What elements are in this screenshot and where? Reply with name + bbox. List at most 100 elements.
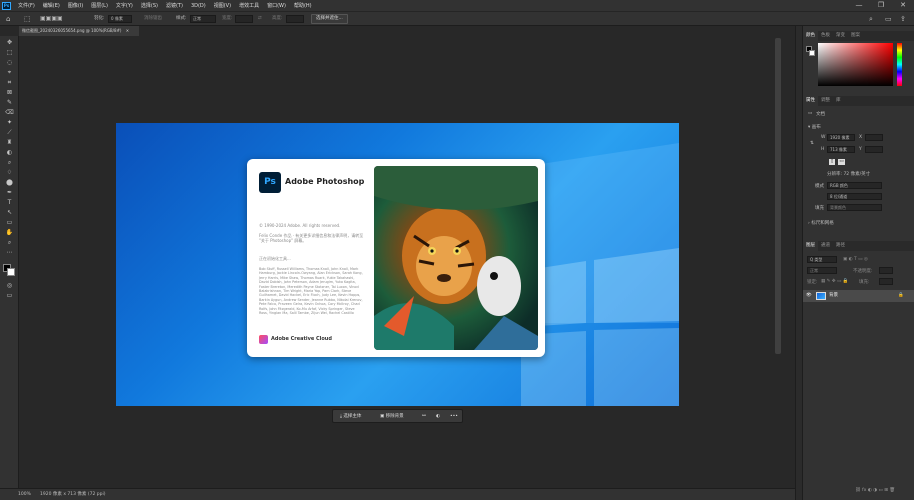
color-picker-field[interactable] <box>818 43 893 86</box>
select-subject-button[interactable]: ⤓ 选择主体 <box>337 412 364 421</box>
menu-type[interactable]: 文字(Y) <box>112 2 137 9</box>
share-icon[interactable]: ⇪ <box>900 15 906 23</box>
zoom-level[interactable]: 100% <box>18 489 31 500</box>
zoom-tool-icon[interactable]: ⌕ <box>5 239 14 246</box>
object-select-tool-icon[interactable]: ⌖ <box>5 69 14 76</box>
lasso-tool-icon[interactable]: ◌ <box>5 59 14 66</box>
transform-icon[interactable]: ⚯ <box>419 412 429 421</box>
photoshop-app-icon[interactable]: Ps <box>2 1 11 10</box>
hand-tool-icon[interactable]: ✋ <box>5 229 14 236</box>
orientation-icon[interactable]: ⇅ <box>810 141 814 146</box>
antialias-checkbox[interactable]: 消除锯齿 <box>144 15 162 23</box>
menu-help[interactable]: 帮助(H) <box>290 2 316 9</box>
dodge-tool-icon[interactable]: ⬤ <box>5 179 14 186</box>
tab-layers[interactable]: 图层 <box>803 241 818 251</box>
vertical-scrollbar[interactable] <box>775 38 781 354</box>
close-tab-icon[interactable]: ✕ <box>126 28 129 33</box>
tab-adjustments[interactable]: 调整 <box>818 96 833 106</box>
clone-stamp-tool-icon[interactable]: ⟋ <box>5 129 14 136</box>
marquee-tool-icon[interactable]: ⬚ <box>24 15 31 23</box>
layer-filter-icons[interactable]: ▣ ◐ T ▭ ◎ <box>843 257 868 262</box>
quick-mask-icon[interactable]: ◎ <box>5 282 14 289</box>
move-tool-icon[interactable]: ✥ <box>5 39 14 46</box>
rectangle-tool-icon[interactable]: ▭ <box>5 219 14 226</box>
width-input[interactable] <box>235 15 253 23</box>
menu-3d[interactable]: 3D(D) <box>187 3 210 9</box>
landscape-icon[interactable]: ▭ <box>838 159 845 165</box>
menu-plugins[interactable]: 增效工具 <box>235 2 263 9</box>
menu-layer[interactable]: 图层(L) <box>87 2 112 9</box>
pen-tool-icon[interactable]: ✒ <box>5 189 14 196</box>
screen-mode-icon[interactable]: ▭ <box>5 292 14 299</box>
document-tab[interactable]: 微信截图_20240326055654.png @ 100%(RGB/8#) ✕ <box>19 26 139 36</box>
menu-file[interactable]: 文件(F) <box>14 2 39 9</box>
home-icon[interactable]: ⌂ <box>6 15 10 23</box>
color-panel-background-swatch[interactable] <box>809 50 815 56</box>
more-options-icon[interactable]: ••• <box>447 412 461 421</box>
menu-select[interactable]: 选择(S) <box>137 2 162 9</box>
tab-swatches[interactable]: 色板 <box>818 31 833 41</box>
frame-tool-icon[interactable]: ⊠ <box>5 89 14 96</box>
tab-gradients[interactable]: 渐变 <box>833 31 848 41</box>
menu-window[interactable]: 窗口(W) <box>263 2 290 9</box>
healing-brush-tool-icon[interactable]: ⌫ <box>5 109 14 116</box>
type-tool-icon[interactable]: T <box>5 199 14 206</box>
opacity-field[interactable] <box>879 267 893 274</box>
visibility-eye-icon[interactable]: 👁 <box>806 293 812 298</box>
canvas-width-field[interactable]: 1920 像素 <box>827 134 855 141</box>
canvas-section-header[interactable]: ▾ 画布 <box>808 124 821 130</box>
close-button[interactable]: ✕ <box>892 0 914 11</box>
tab-channels[interactable]: 通道 <box>818 241 833 251</box>
layer-row[interactable]: 👁 背景 🔒 <box>803 290 914 302</box>
lock-icons[interactable]: ▦ ✎ ✥ ▭ 🔒 <box>821 279 848 284</box>
splash-title: Adobe Photoshop <box>285 177 365 186</box>
select-and-mask-button[interactable]: 选择并遮住... <box>311 14 348 24</box>
swap-icon[interactable]: ⇄ <box>258 15 262 23</box>
eraser-tool-icon[interactable]: ◐ <box>5 149 14 156</box>
search-icon[interactable]: ⌕ <box>869 15 873 23</box>
feather-input[interactable]: 0 像素 <box>108 15 132 23</box>
blur-tool-icon[interactable]: ♢ <box>5 169 14 176</box>
eyedropper-tool-icon[interactable]: ✎ <box>5 99 14 106</box>
tab-paths[interactable]: 路径 <box>833 241 848 251</box>
style-select[interactable]: 正常 <box>190 15 216 23</box>
bit-depth-select[interactable]: 8 位/通道 <box>827 193 882 200</box>
canvas-y-field[interactable] <box>865 146 883 153</box>
layer-footer-icons[interactable]: ⛓ fx ◐ ◑ ▭ ⊞ 🗑 <box>855 488 895 493</box>
minimize-button[interactable]: — <box>848 0 870 11</box>
adjust-icon[interactable]: ◐ <box>433 412 443 421</box>
color-mode-select[interactable]: RGB 颜色 <box>827 182 882 189</box>
height-input[interactable] <box>286 15 304 23</box>
document-info[interactable]: 1920 像素 x 713 像素 (72 ppi) <box>40 489 106 500</box>
restore-button[interactable]: ❐ <box>870 0 892 11</box>
tab-libraries[interactable]: 库 <box>833 96 844 106</box>
menu-filter[interactable]: 滤镜(T) <box>162 2 187 9</box>
canvas-height-field[interactable]: 713 像素 <box>827 146 855 153</box>
menu-view[interactable]: 视图(V) <box>210 2 235 9</box>
background-color-swatch[interactable] <box>7 268 15 276</box>
rulers-grid-section-header[interactable]: › 标尺和网格 <box>808 220 834 226</box>
menu-edit[interactable]: 编辑(E) <box>39 2 64 9</box>
crop-tool-icon[interactable]: ⌗ <box>5 79 14 86</box>
history-brush-tool-icon[interactable]: ♜ <box>5 139 14 146</box>
canvas-x-field[interactable] <box>865 134 883 141</box>
hue-slider[interactable] <box>897 43 902 86</box>
tab-properties[interactable]: 属性 <box>803 96 818 106</box>
more-tools-icon[interactable]: ⋯ <box>5 249 14 256</box>
layer-kind-filter[interactable]: Q 类型 <box>807 256 837 263</box>
workspace-icon[interactable]: ▭ <box>885 15 892 23</box>
menu-image[interactable]: 图像(I) <box>64 2 87 9</box>
brush-tool-icon[interactable]: ✦ <box>5 119 14 126</box>
fill-select[interactable]: 背景颜色 <box>827 204 882 211</box>
selection-mode-icons[interactable]: ▣▣▣▣ <box>40 15 63 23</box>
remove-background-button[interactable]: ▣ 移除背景 <box>377 412 407 421</box>
fill-opacity-field[interactable] <box>879 278 893 285</box>
blend-mode-select[interactable]: 正常 <box>807 267 837 274</box>
tab-color[interactable]: 颜色 <box>803 31 818 41</box>
portrait-icon[interactable]: ▯ <box>829 159 835 165</box>
tab-patterns[interactable]: 图案 <box>848 31 863 41</box>
gradient-tool-icon[interactable]: ⌕ <box>5 159 14 166</box>
path-select-tool-icon[interactable]: ↖ <box>5 209 14 216</box>
layer-name[interactable]: 背景 <box>829 291 838 301</box>
marquee-tool-icon[interactable]: ⬚ <box>5 49 14 56</box>
